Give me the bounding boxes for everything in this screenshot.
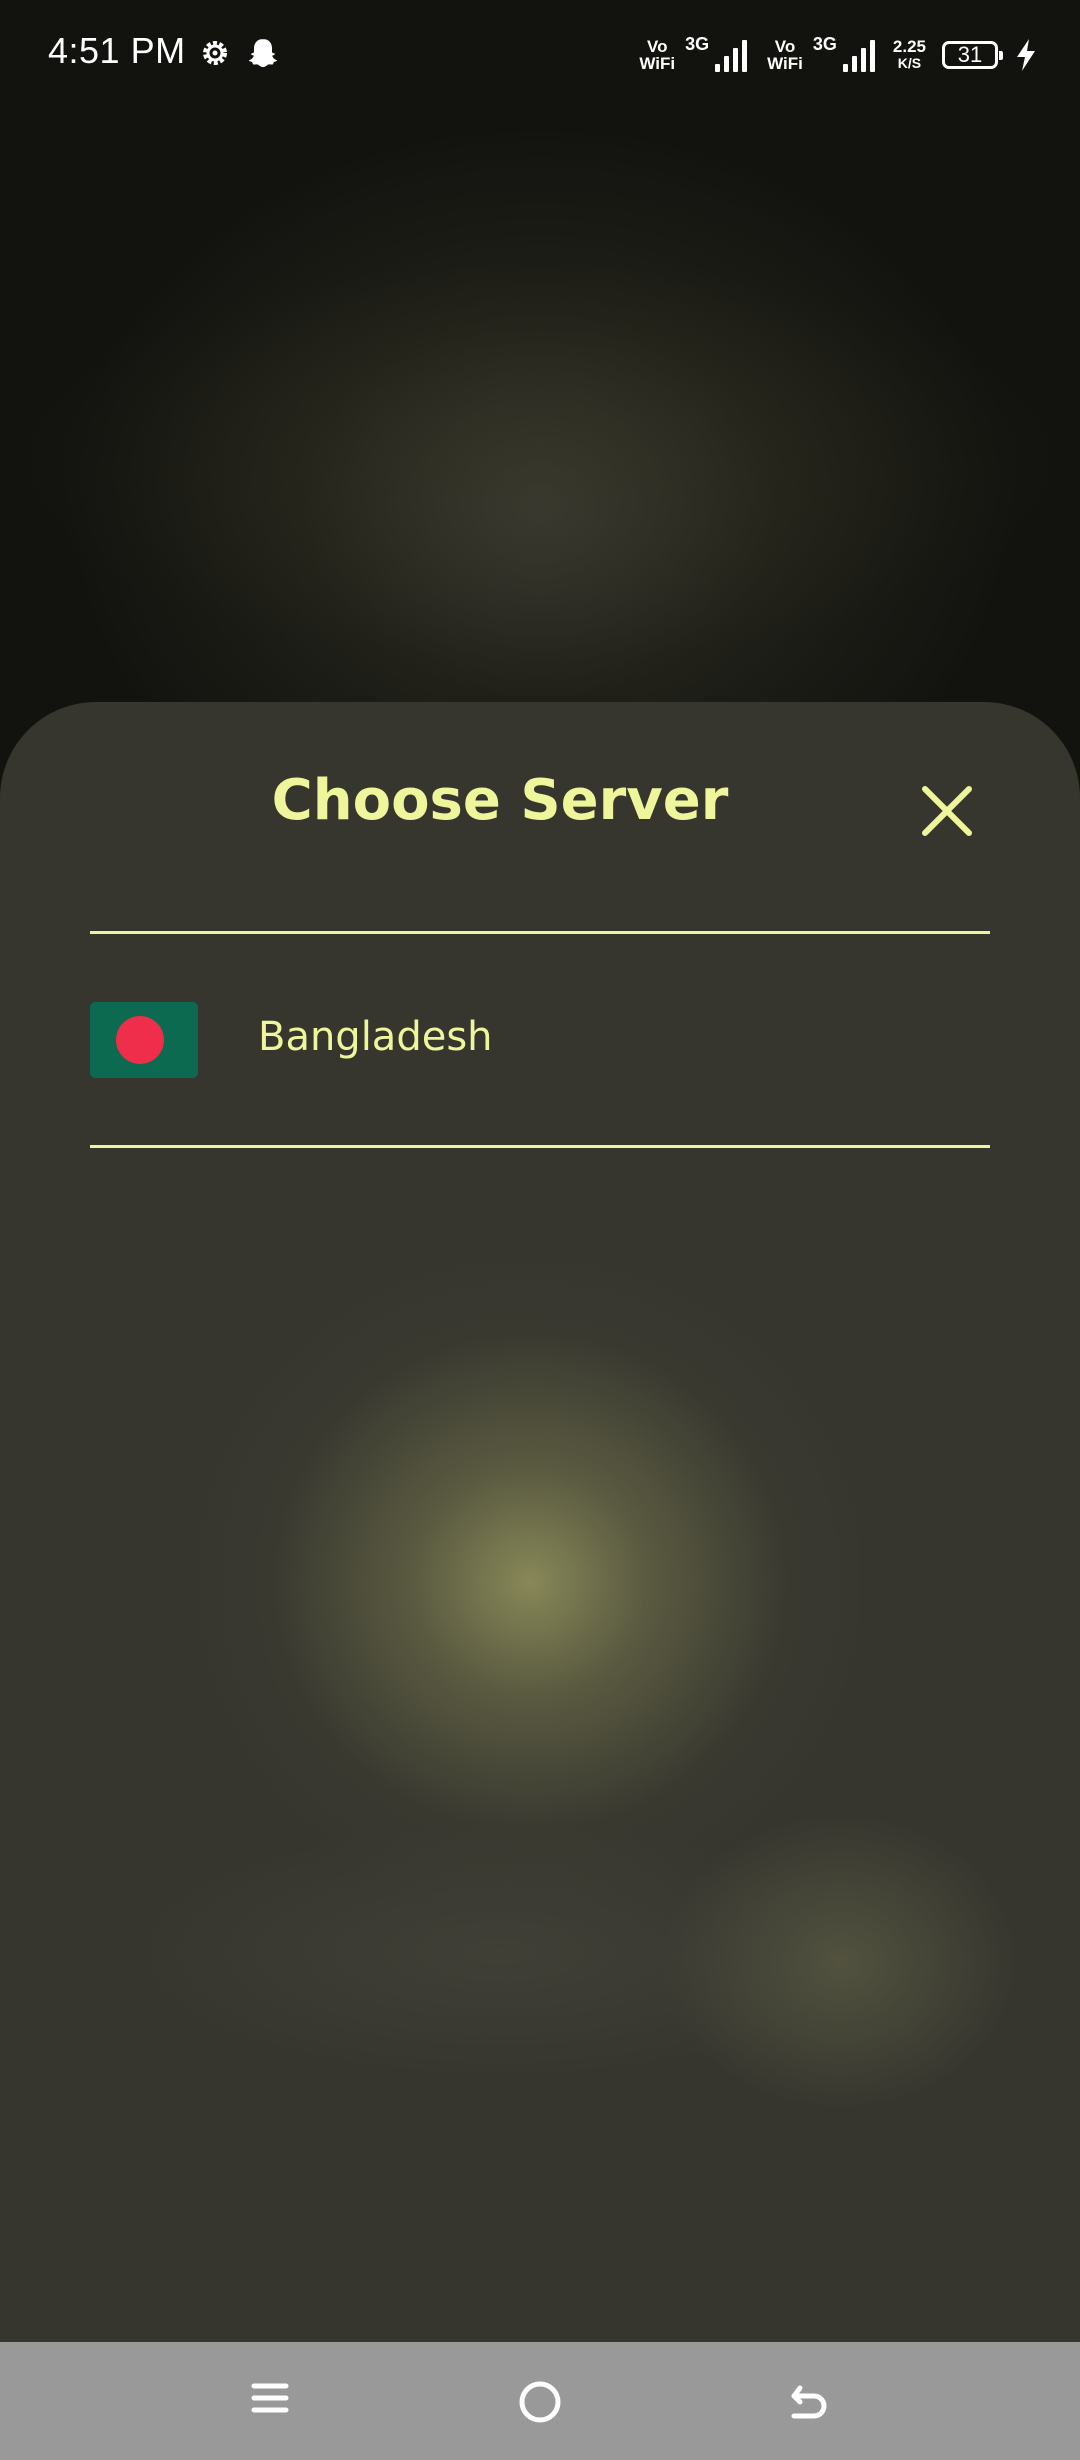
vowifi-bottom-1: WiFi bbox=[639, 54, 676, 73]
network-type-1: 3G bbox=[685, 34, 710, 54]
close-icon bbox=[922, 786, 972, 836]
settings-gear-icon bbox=[203, 41, 227, 65]
vowifi-top-2: Vo bbox=[774, 37, 796, 56]
network-speed-unit: K/S bbox=[897, 55, 922, 71]
menu-icon bbox=[251, 2383, 289, 2413]
server-item-bangladesh[interactable]: Bangladesh bbox=[90, 990, 990, 1090]
vowifi-bottom-2: WiFi bbox=[767, 54, 803, 73]
navigation-bar bbox=[0, 2342, 1080, 2460]
screen: 4:51 PM Vo WiFi 3G Vo WiFi 3G 2.25 K/S 3… bbox=[0, 0, 1080, 2460]
back-button[interactable] bbox=[778, 2370, 842, 2434]
snapchat-ghost-icon bbox=[248, 39, 278, 68]
battery-level: 31 bbox=[957, 42, 983, 67]
server-name: Bangladesh bbox=[258, 1014, 493, 1060]
network-type-2: 3G bbox=[812, 34, 837, 54]
home-button[interactable] bbox=[508, 2370, 572, 2434]
bangladesh-flag-icon bbox=[90, 1002, 198, 1078]
sheet-title: Choose Server bbox=[271, 768, 729, 833]
close-button[interactable] bbox=[912, 776, 982, 846]
network-speed: 2.25 K/S bbox=[893, 38, 926, 72]
battery-icon: 31 bbox=[942, 41, 1003, 69]
background-glow-secondary bbox=[0, 260, 1080, 660]
back-icon bbox=[791, 2385, 827, 2419]
vowifi-top-1: Vo bbox=[647, 37, 668, 56]
vowifi-indicator-1: Vo WiFi bbox=[639, 38, 675, 72]
sheet-glow bbox=[200, 1262, 860, 1902]
status-bar: 4:51 PM Vo WiFi 3G Vo WiFi 3G 2.25 K/S 3… bbox=[0, 0, 1080, 110]
signal-bars-1-icon bbox=[715, 38, 748, 72]
status-indicators: Vo WiFi 3G Vo WiFi 3G 2.25 K/S 31 bbox=[639, 30, 1038, 80]
status-time: 4:51 PM bbox=[48, 30, 186, 71]
divider-top bbox=[90, 931, 990, 934]
home-icon bbox=[519, 2381, 561, 2423]
sheet-glow-tertiary bbox=[120, 1822, 880, 2082]
menu-button[interactable] bbox=[238, 2370, 302, 2434]
network-speed-value: 2.25 bbox=[892, 37, 926, 56]
divider-bottom bbox=[90, 1145, 990, 1148]
charging-bolt-icon bbox=[1017, 39, 1035, 71]
server-sheet bbox=[0, 702, 1080, 2342]
vowifi-indicator-2: Vo WiFi bbox=[767, 38, 803, 72]
signal-bars-2-icon bbox=[842, 38, 875, 72]
